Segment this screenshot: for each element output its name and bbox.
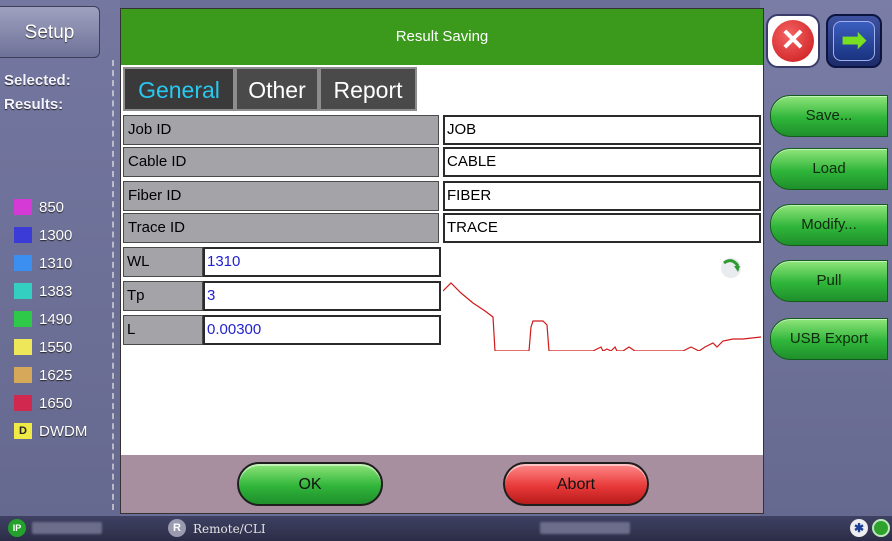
color-swatch <box>14 339 32 355</box>
l-label: L <box>123 315 203 345</box>
setup-button[interactable]: Setup <box>0 6 100 58</box>
color-swatch <box>14 395 32 411</box>
ip-icon: IP <box>8 519 26 537</box>
results-label: Results: <box>4 96 64 113</box>
color-swatch <box>14 255 32 271</box>
refresh-arrow-icon[interactable] <box>719 255 743 279</box>
trace-preview <box>442 247 762 352</box>
wavelength-label: 1650 <box>39 394 73 412</box>
wavelength-1650[interactable]: 1650 <box>14 392 72 414</box>
l-value: 0.00300 <box>203 315 441 345</box>
bluetooth-icon: ✱ <box>850 519 868 537</box>
result-saving-dialog: Result Saving General Other Report Job I… <box>120 8 764 514</box>
close-icon: ✕ <box>772 20 814 62</box>
power-icon <box>872 519 890 537</box>
wavelength-850[interactable]: 850 <box>14 196 64 218</box>
wl-label: WL <box>123 247 203 277</box>
color-swatch <box>14 199 32 215</box>
close-button[interactable]: ✕ <box>766 14 820 68</box>
trace-id-label: Trace ID <box>123 213 439 243</box>
dialog-title: Result Saving <box>121 9 763 65</box>
tab-general[interactable]: General <box>123 67 235 111</box>
ok-button[interactable]: OK <box>237 462 383 506</box>
wavelength-label: 1383 <box>39 282 73 300</box>
right-panel <box>760 0 892 516</box>
color-swatch <box>14 311 32 327</box>
wavelength-1490[interactable]: 1490 <box>14 308 72 330</box>
fiber-id-field[interactable]: FIBER <box>443 181 761 211</box>
ip-address <box>32 522 102 534</box>
wavelength-1625[interactable]: 1625 <box>14 364 72 386</box>
wavelength-1310[interactable]: 1310 <box>14 252 72 274</box>
wavelength-label: 1550 <box>39 338 73 356</box>
wavelength-label: 1625 <box>39 366 73 384</box>
save-button[interactable]: Save... <box>770 95 888 137</box>
wavelength-label: DWDM <box>39 422 88 440</box>
wl-value: 1310 <box>203 247 441 277</box>
date-time <box>540 522 630 534</box>
cable-id-field[interactable]: CABLE <box>443 147 761 177</box>
wavelength-dwdm[interactable]: D DWDM <box>14 420 87 442</box>
dialog-footer: OK Abort <box>121 455 763 513</box>
wavelength-label: 1490 <box>39 310 73 328</box>
panel-divider <box>112 60 118 510</box>
cable-id-label: Cable ID <box>123 147 439 177</box>
remote-label: Remote/CLI <box>193 522 266 536</box>
tab-report[interactable]: Report <box>319 67 417 111</box>
fiber-id-label: Fiber ID <box>123 181 439 211</box>
tab-other[interactable]: Other <box>235 67 319 111</box>
tp-label: Tp <box>123 281 203 311</box>
selected-label: Selected: <box>4 72 71 89</box>
trace-id-field[interactable]: TRACE <box>443 213 761 243</box>
color-swatch <box>14 367 32 383</box>
pull-button[interactable]: Pull <box>770 260 888 302</box>
usb-export-button[interactable]: USB Export <box>770 318 888 360</box>
dwdm-badge: D <box>14 423 32 439</box>
job-id-field[interactable]: JOB <box>443 115 761 145</box>
remote-icon: R <box>168 519 186 537</box>
wavelength-label: 1300 <box>39 226 73 244</box>
tp-value: 3 <box>203 281 441 311</box>
job-id-label: Job ID <box>123 115 439 145</box>
wavelength-label: 1310 <box>39 254 73 272</box>
tab-bar: General Other Report <box>121 65 763 113</box>
modify-button[interactable]: Modify... <box>770 204 888 246</box>
wavelength-1383[interactable]: 1383 <box>14 280 72 302</box>
trace-thumbnail <box>442 282 762 352</box>
color-swatch <box>14 227 32 243</box>
wavelength-label: 850 <box>39 198 65 216</box>
status-bar: IP R Remote/CLI ✱ <box>0 516 892 541</box>
next-arrow-icon: ➡ <box>833 21 875 61</box>
wavelength-1300[interactable]: 1300 <box>14 224 72 246</box>
abort-button[interactable]: Abort <box>503 462 649 506</box>
next-button[interactable]: ➡ <box>826 14 882 68</box>
color-swatch <box>14 283 32 299</box>
wavelength-1550[interactable]: 1550 <box>14 336 72 358</box>
load-button[interactable]: Load <box>770 148 888 190</box>
